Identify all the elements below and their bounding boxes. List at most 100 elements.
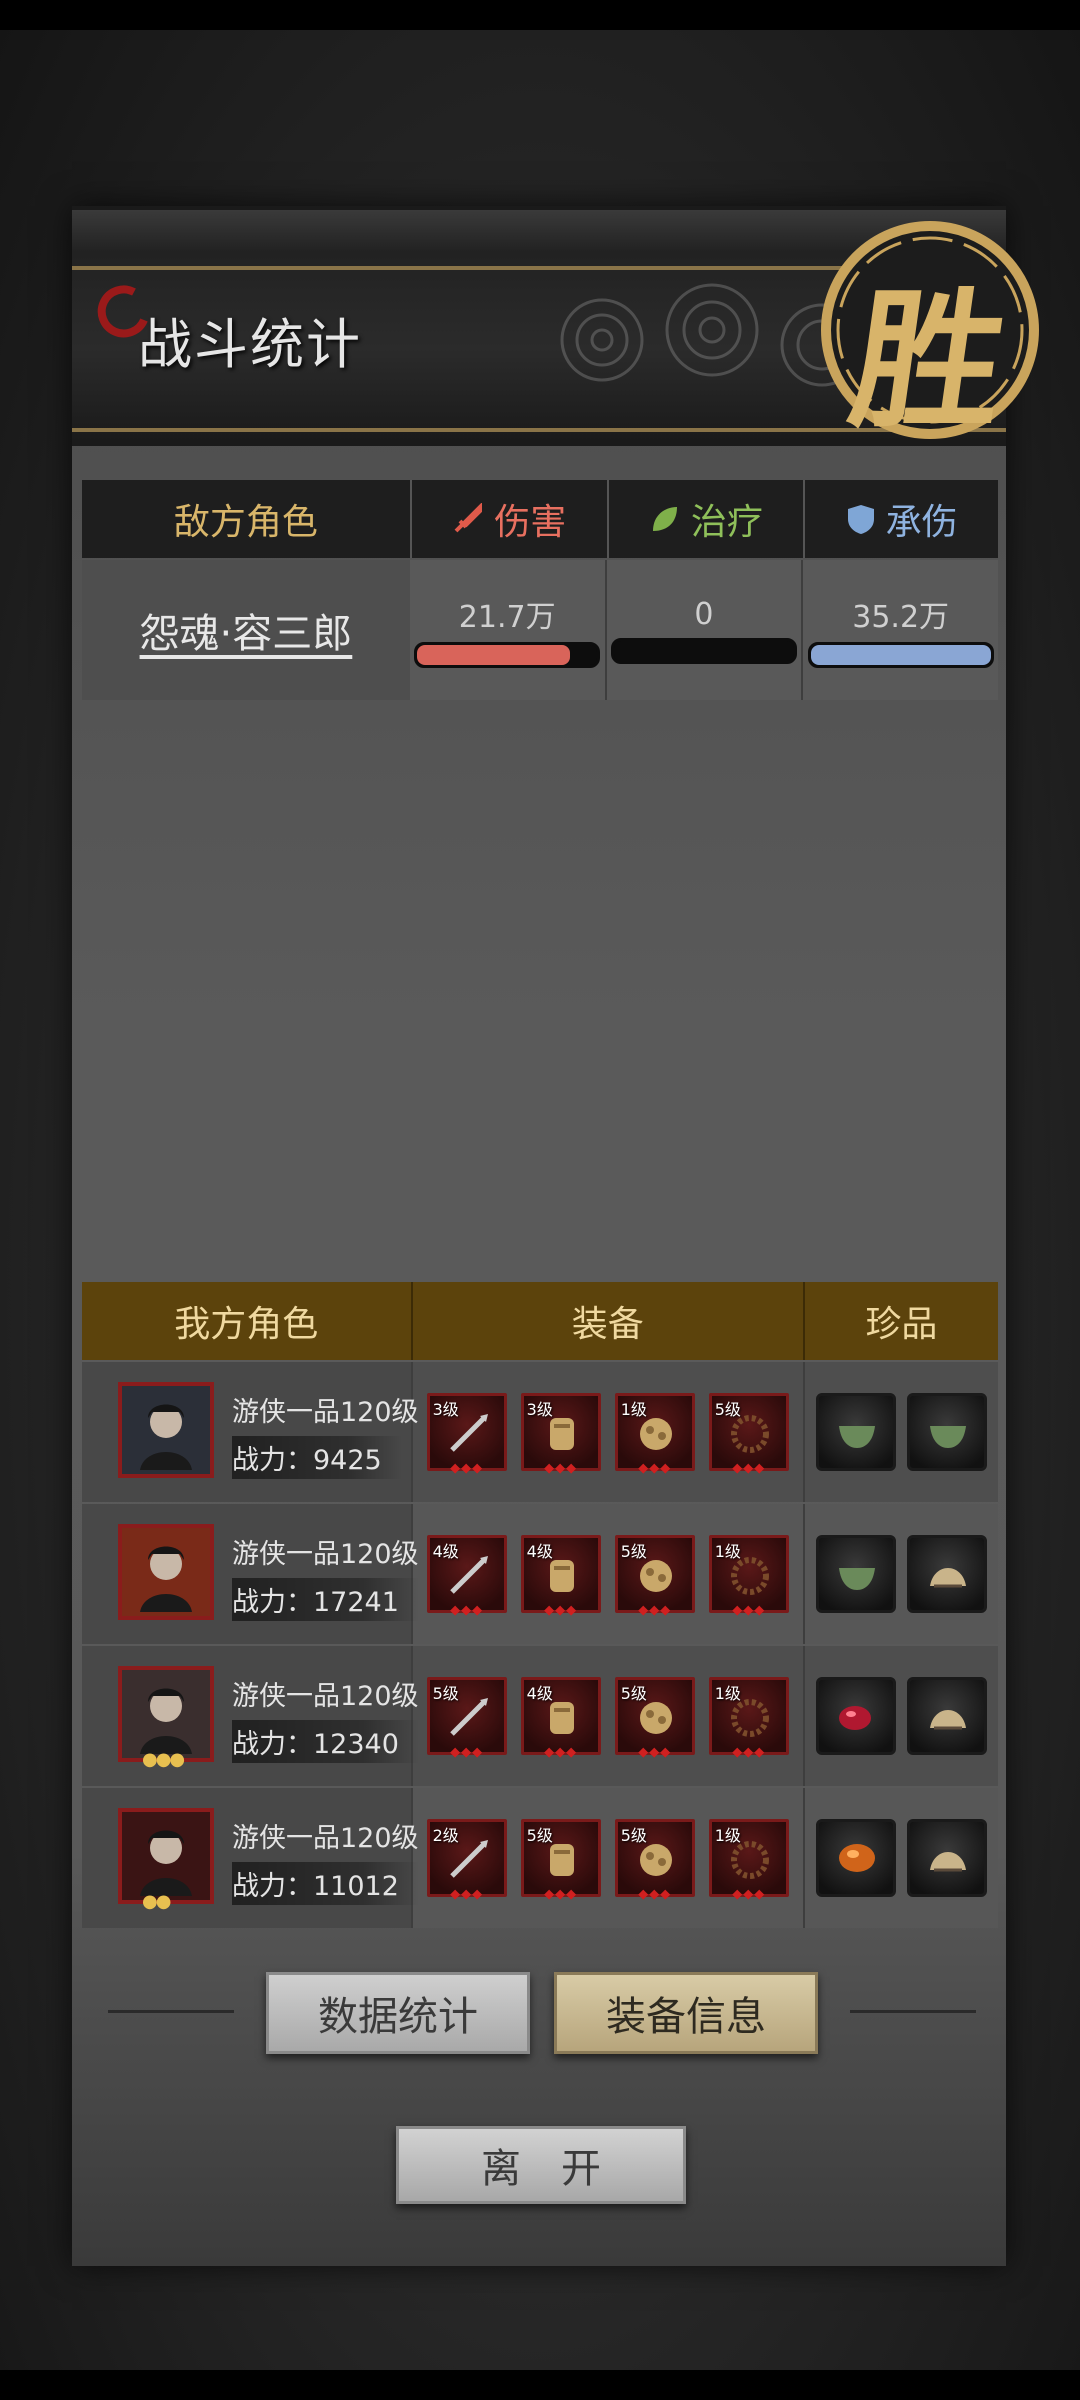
equip-slot[interactable]: 4级 ◆◆◆ xyxy=(426,1535,507,1618)
equip-slot[interactable]: 5级 ◆◆◆ xyxy=(426,1677,507,1760)
ally-row: 游侠一品120级 战力：17241 4级 ◆◆◆ 4级 ◆◆◆ 5级 ◆◆◆ 1级 ◆◆◆ xyxy=(82,1504,998,1644)
equip-cell: 3级 ◆◆◆ 3级 ◆◆◆ 1级 ◆◆◆ 5级 ◆◆◆ xyxy=(410,1362,805,1502)
col-tank[interactable]: 承伤 xyxy=(805,480,998,558)
gem-sockets-icon: ◆◆◆ xyxy=(450,1887,484,1902)
sword-icon xyxy=(454,503,483,533)
equip-slot[interactable]: 1级 ◆◆◆ xyxy=(708,1819,789,1902)
equipment-icon xyxy=(549,1844,574,1876)
equip-slot[interactable]: 5级 ◆◆◆ xyxy=(614,1819,695,1902)
ally-rank: 游侠一品120级 xyxy=(232,1681,419,1712)
gem-sockets-icon: ◆◆◆ xyxy=(638,1745,672,1760)
gem-sockets-icon: ◆◆◆ xyxy=(732,1603,766,1618)
equip-slot[interactable]: 5级 ◆◆◆ xyxy=(614,1535,695,1618)
victory-char: 胜 xyxy=(840,273,1016,449)
equip-slot[interactable]: 4级 ◆◆◆ xyxy=(520,1677,601,1760)
gem-sockets-icon: ◆◆◆ xyxy=(544,1745,578,1760)
treasure-slot[interactable] xyxy=(815,1677,896,1755)
tank-bar-fill xyxy=(810,645,991,665)
gem-sockets-icon: ◆◆◆ xyxy=(544,1887,578,1902)
enemy-tank-stat: 35.2万 xyxy=(803,560,998,700)
col-ally-role: 我方角色 xyxy=(82,1282,413,1360)
equip-slot[interactable]: 2级 ◆◆◆ xyxy=(426,1819,507,1902)
col-heal[interactable]: 治疗 xyxy=(609,480,806,558)
ally-row: ●●● 游侠一品120级 战力：12340 5级 ◆◆◆ 4级 ◆◆◆ 5级 ◆◆◆ 1级 ◆◆◆ xyxy=(82,1646,998,1786)
equip-slot[interactable]: 1级 ◆◆◆ xyxy=(708,1535,789,1618)
bowl-icon xyxy=(838,1426,875,1448)
equip-slot[interactable]: 5级 ◆◆◆ xyxy=(614,1677,695,1760)
tank-value: 35.2万 xyxy=(852,600,950,635)
tank-bar xyxy=(807,642,994,668)
treasure-slot[interactable] xyxy=(815,1819,896,1897)
col-treasure: 珍品 xyxy=(865,1304,938,1345)
victory-seal: 胜 xyxy=(810,210,1050,450)
equip-slot[interactable]: 3级 ◆◆◆ xyxy=(520,1393,601,1476)
equip-slot[interactable]: 1级 ◆◆◆ xyxy=(614,1393,695,1476)
treasure-cell xyxy=(805,1504,998,1644)
col-tank-label: 承伤 xyxy=(885,502,958,543)
page-title: 战斗统计 xyxy=(138,313,362,376)
avatar[interactable]: ●●● xyxy=(118,1666,214,1770)
avatar[interactable] xyxy=(118,1524,214,1620)
data-stats-button[interactable]: 数据统计 xyxy=(266,1972,530,2054)
avatar[interactable] xyxy=(118,1382,214,1478)
shield-icon xyxy=(847,505,874,534)
gem-sockets-icon: ◆◆◆ xyxy=(544,1603,578,1618)
top-bar xyxy=(0,0,1080,30)
equip-slot[interactable]: 1级 ◆◆◆ xyxy=(708,1677,789,1760)
gem-sockets-icon: ◆◆◆ xyxy=(638,1461,672,1476)
equip-slot[interactable]: 3级 ◆◆◆ xyxy=(426,1393,507,1476)
equip-slot[interactable]: 5级 ◆◆◆ xyxy=(520,1819,601,1902)
equip-cell: 4级 ◆◆◆ 4级 ◆◆◆ 5级 ◆◆◆ 1级 ◆◆◆ xyxy=(410,1504,805,1644)
star-rank: ●● xyxy=(142,1891,171,1912)
leave-button[interactable]: 离开 xyxy=(396,2126,686,2204)
treasure-cell xyxy=(805,1362,998,1502)
equipment-icon xyxy=(730,1699,769,1737)
equip-slot[interactable]: 4级 ◆◆◆ xyxy=(520,1535,601,1618)
treasure-slot[interactable] xyxy=(815,1393,896,1471)
equip-info-button[interactable]: 装备信息 xyxy=(554,1972,818,2054)
col-damage[interactable]: 伤害 xyxy=(412,480,609,558)
treasure-cell xyxy=(805,1788,998,1928)
gem-sockets-icon: ◆◆◆ xyxy=(732,1745,766,1760)
equipment-icon xyxy=(639,1844,672,1876)
enemy-name-link[interactable]: 怨魂·容三郎 xyxy=(82,560,410,700)
divider-line xyxy=(108,2010,234,2013)
character-portrait-icon xyxy=(140,1688,192,1754)
damage-bar-fill xyxy=(417,645,571,665)
ally-row: 游侠一品120级 战力：9425 3级 ◆◆◆ 3级 ◆◆◆ 1级 ◆◆◆ 5级 ◆◆◆ xyxy=(82,1362,998,1502)
enemy-damage-stat: 21.7万 xyxy=(409,560,607,700)
treasure-slot[interactable] xyxy=(815,1535,896,1613)
equip-cell: 5级 ◆◆◆ 4级 ◆◆◆ 5级 ◆◆◆ 1级 ◆◆◆ xyxy=(410,1646,805,1786)
equipment-icon xyxy=(449,1556,488,1594)
ally-power: 战力：9425 xyxy=(232,1436,402,1479)
treasure-slot[interactable] xyxy=(906,1819,987,1897)
comb-icon xyxy=(929,1852,966,1872)
heal-value: 0 xyxy=(694,596,714,632)
equipment-icon xyxy=(639,1702,672,1734)
ally-power: 战力：12340 xyxy=(232,1720,419,1763)
gem-sockets-icon: ◆◆◆ xyxy=(450,1603,484,1618)
ruby-icon xyxy=(838,1706,871,1730)
comb-icon xyxy=(929,1710,966,1730)
bowl-icon xyxy=(838,1568,875,1590)
treasure-slot[interactable] xyxy=(906,1677,987,1755)
enemy-heal-stat: 0 xyxy=(606,560,804,700)
character-portrait-icon xyxy=(140,1404,192,1470)
avatar[interactable]: ●● xyxy=(118,1808,214,1912)
treasure-slot[interactable] xyxy=(906,1535,987,1613)
damage-value: 21.7万 xyxy=(458,600,556,635)
enemy-row: 怨魂·容三郎 21.7万 0 35.2万 xyxy=(82,560,998,700)
equipment-icon xyxy=(449,1698,488,1736)
ally-info: ●●● 游侠一品120级战力：12340 xyxy=(82,1646,419,1786)
gem-sockets-icon: ◆◆◆ xyxy=(638,1887,672,1902)
treasure-slot[interactable] xyxy=(906,1393,987,1471)
equip-cell: 2级 ◆◆◆ 5级 ◆◆◆ 5级 ◆◆◆ 1级 ◆◆◆ xyxy=(410,1788,805,1928)
col-damage-label: 伤害 xyxy=(494,502,567,543)
ally-table-header: 我方角色 装备 珍品 xyxy=(82,1282,998,1360)
comb-icon xyxy=(929,1568,966,1588)
ally-rank: 游侠一品120级 xyxy=(232,1823,419,1854)
equip-slot[interactable]: 5级 ◆◆◆ xyxy=(708,1393,789,1476)
ally-info: ●● 游侠一品120级 战力：11012 xyxy=(82,1788,419,1928)
equipment-icon xyxy=(549,1702,574,1734)
equipment-icon xyxy=(730,1415,769,1453)
